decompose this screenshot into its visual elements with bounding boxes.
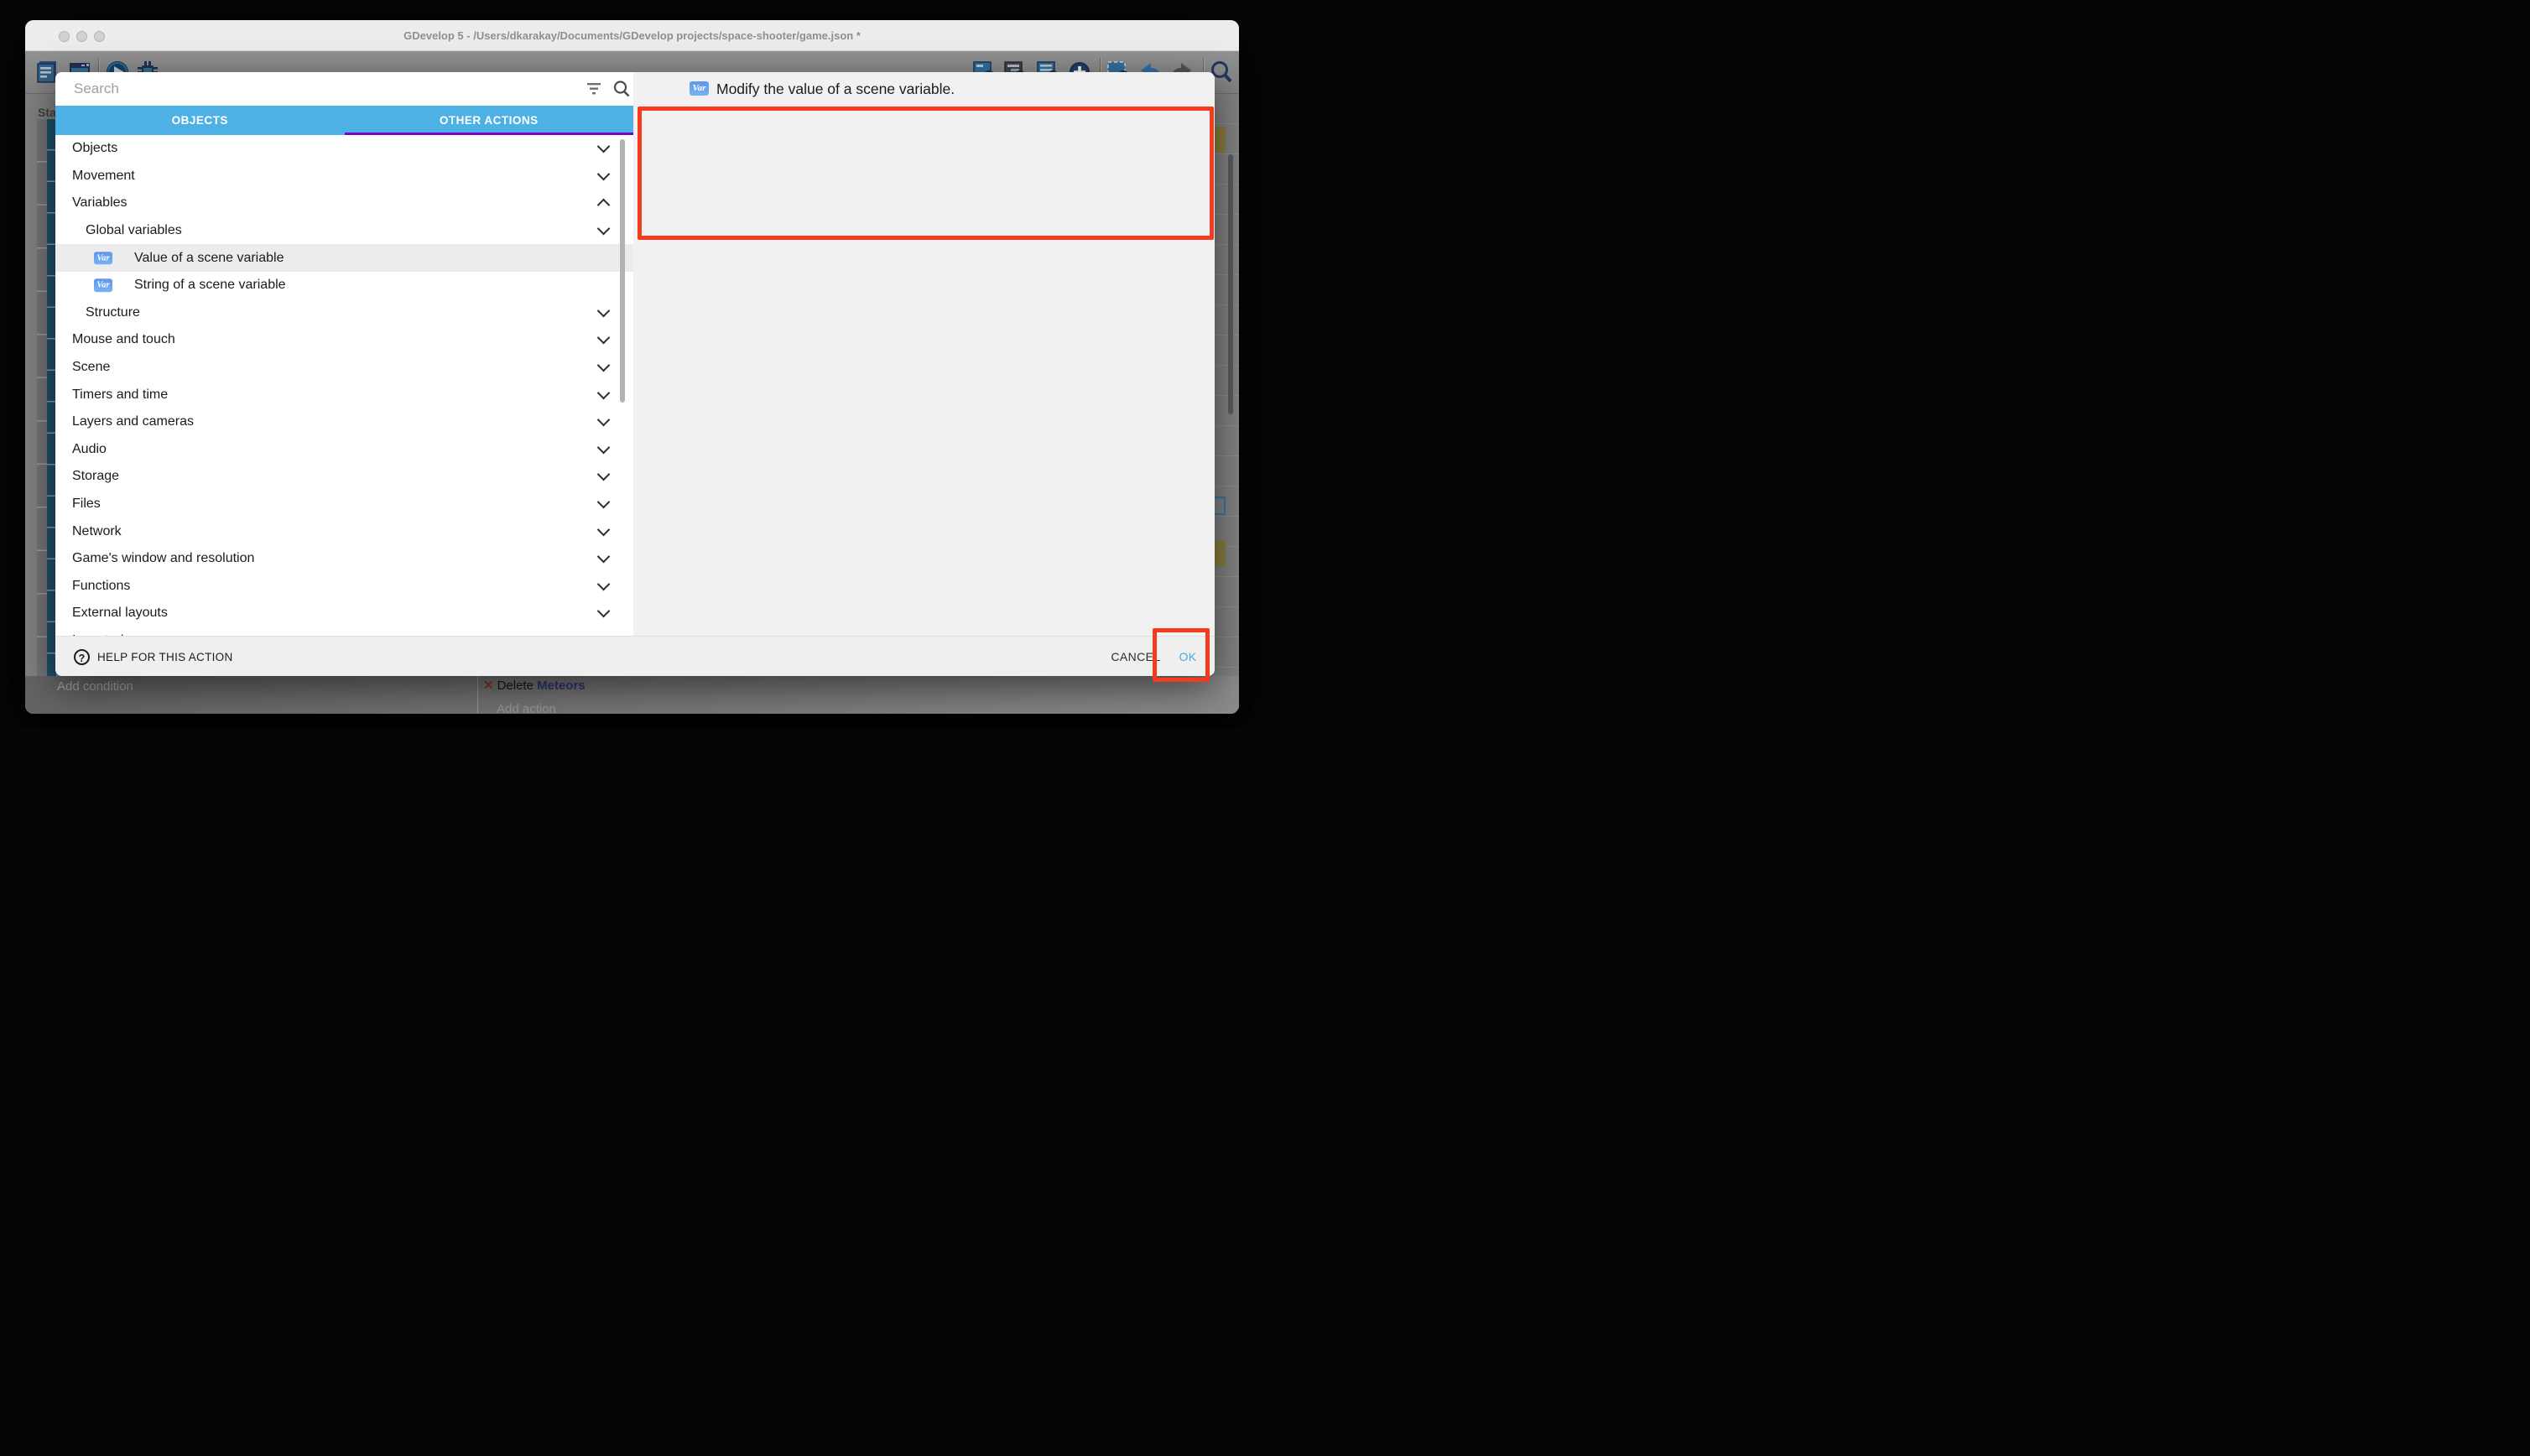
action-category-row[interactable]: Functions	[55, 573, 633, 601]
comment-block	[1213, 127, 1226, 153]
titlebar: GDevelop 5 - /Users/dkarakay/Documents/G…	[25, 20, 1239, 51]
action-title: Modify the value of a scene variable.	[716, 81, 955, 98]
chevron-down-icon	[597, 441, 611, 455]
chevron-down-icon	[597, 578, 611, 591]
event-sheet-right-edge	[1214, 94, 1239, 676]
list-item-label: Files	[72, 497, 101, 512]
list-scrollbar[interactable]	[620, 139, 625, 403]
list-item-label: Value of a scene variable	[134, 251, 284, 266]
action-category-row[interactable]: External layouts	[55, 600, 633, 627]
delete-action-verb: Delete	[497, 679, 538, 693]
chevron-down-icon	[597, 413, 611, 427]
list-item-label: Global variables	[86, 223, 182, 238]
action-category-row[interactable]: Inventories	[55, 627, 633, 636]
variable-action-icon: Var	[94, 279, 112, 293]
chevron-down-icon	[597, 605, 611, 618]
chevron-down-icon	[597, 468, 611, 481]
action-category-list: Objects Movement Variables Global variables…	[55, 135, 633, 636]
action-category-row[interactable]: Movement	[55, 163, 633, 190]
action-category-row[interactable]: Scene	[55, 354, 633, 382]
search-icon[interactable]	[612, 80, 631, 98]
action-category-row[interactable]: Objects	[55, 135, 633, 163]
search-input[interactable]	[74, 77, 560, 101]
chevron-down-icon	[597, 222, 611, 236]
action-category-row[interactable]: Storage	[55, 463, 633, 491]
comment-block	[1213, 540, 1226, 566]
list-item-label: Network	[72, 524, 122, 539]
list-item-label: Structure	[86, 305, 140, 320]
delete-action-object: Meteors	[537, 679, 586, 693]
chevron-down-icon	[597, 331, 611, 345]
delete-x-icon: ✕	[483, 679, 494, 693]
help-button[interactable]: ? HELP FOR THIS ACTION	[74, 637, 233, 676]
list-item-label: Storage	[72, 469, 119, 484]
list-item-label: String of a scene variable	[134, 278, 286, 293]
action-category-row[interactable]: Structure	[55, 299, 633, 327]
chevron-down-icon	[597, 523, 611, 536]
add-action-button[interactable]: Add action	[497, 702, 556, 714]
list-item-label: Scene	[72, 360, 110, 375]
event-sheet-bottom-row: Add condition ✕Delete Meteors Add action	[25, 676, 1239, 714]
help-icon: ?	[74, 649, 90, 665]
list-item-label: Variables	[72, 195, 128, 211]
chevron-down-icon	[597, 496, 611, 509]
conditions-actions-divider	[477, 676, 478, 714]
list-item-label: Layers and cameras	[72, 414, 194, 429]
chevron-down-icon	[597, 304, 611, 318]
screenshot-stage: GDevelop 5 - /Users/dkarakay/Documents/G…	[0, 0, 1265, 728]
action-list-item[interactable]: Var String of a scene variable	[55, 272, 633, 299]
action-list-item[interactable]: Var Value of a scene variable	[55, 244, 633, 272]
event-rows-gutter-teal	[47, 119, 56, 714]
choose-action-dialog: Var Modify the value of a scene variable…	[55, 72, 1215, 676]
action-category-row[interactable]: Global variables	[55, 217, 633, 245]
list-item-label: Movement	[72, 169, 135, 184]
search-bar	[55, 72, 633, 106]
filter-icon[interactable]	[586, 81, 602, 97]
action-category-row[interactable]: Files	[55, 491, 633, 518]
list-item-label: Mouse and touch	[72, 332, 175, 347]
chevron-down-icon	[597, 386, 611, 399]
action-category-row[interactable]: Timers and time	[55, 381, 633, 408]
delete-action-row[interactable]: ✕Delete Meteors	[483, 678, 586, 693]
dialog-footer: ? HELP FOR THIS ACTION CANCEL OK	[55, 636, 1215, 676]
action-category-row[interactable]: Network	[55, 517, 633, 545]
action-category-row[interactable]: Mouse and touch	[55, 326, 633, 354]
variable-action-icon: Var	[690, 81, 709, 96]
action-category-row[interactable]: Layers and cameras	[55, 408, 633, 436]
tab-other-actions[interactable]: OTHER ACTIONS	[345, 106, 634, 135]
ok-button[interactable]: OK	[1161, 637, 1215, 676]
action-configuration-pane: Var Modify the value of a scene variable…	[633, 72, 1215, 636]
chevron-up-icon	[597, 199, 611, 212]
chevron-down-icon	[597, 359, 611, 372]
list-item-label: Audio	[72, 442, 107, 457]
chevron-down-icon	[597, 550, 611, 564]
scene-tab-label: Sta	[38, 106, 56, 119]
chevron-down-icon	[597, 140, 611, 153]
variable-action-icon: Var	[94, 252, 112, 265]
dialog-tabs: OBJECTS OTHER ACTIONS	[55, 106, 633, 135]
help-label: HELP FOR THIS ACTION	[97, 651, 233, 663]
action-category-row[interactable]: Game's window and resolution	[55, 545, 633, 573]
action-category-row[interactable]: Audio	[55, 436, 633, 464]
list-item-label: Functions	[72, 579, 130, 594]
chevron-down-icon	[597, 168, 611, 181]
list-item-label: Game's window and resolution	[72, 551, 254, 566]
window-title: GDevelop 5 - /Users/dkarakay/Documents/G…	[25, 20, 1239, 51]
list-item-label: External layouts	[72, 606, 168, 621]
event-rows-gutter	[37, 119, 47, 714]
add-condition-button[interactable]: Add condition	[57, 679, 133, 694]
action-browser-pane: OBJECTS OTHER ACTIONS Objects Movement Var…	[55, 72, 633, 636]
list-item-label: Objects	[72, 141, 117, 156]
event-sheet-scrollbar[interactable]	[1228, 154, 1233, 414]
action-category-row[interactable]: Variables	[55, 190, 633, 217]
list-item-label: Timers and time	[72, 387, 168, 403]
tab-objects[interactable]: OBJECTS	[55, 106, 345, 135]
